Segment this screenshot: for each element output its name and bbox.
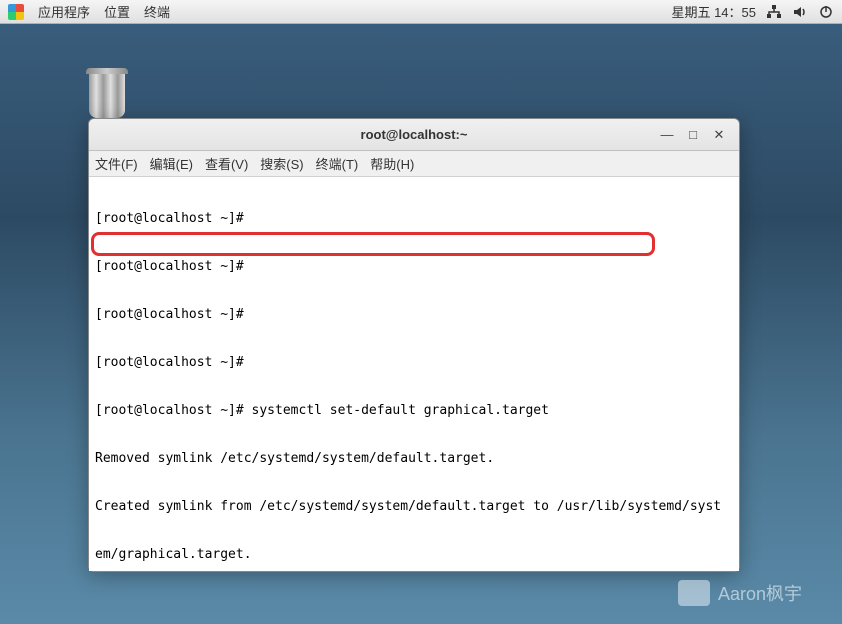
window-title: root@localhost:~ (89, 127, 739, 142)
terminal-line: [root@localhost ~]# (95, 355, 733, 371)
top-panel: 应用程序 位置 终端 星期五 14：55 (0, 0, 842, 24)
wechat-icon (678, 580, 710, 606)
terminal-line: [root@localhost ~]# (95, 307, 733, 323)
terminal-line: [root@localhost ~]# (95, 211, 733, 227)
applications-icon[interactable] (8, 4, 24, 20)
terminal-menu[interactable]: 终端 (144, 2, 170, 21)
maximize-button[interactable]: □ (687, 129, 699, 141)
close-button[interactable]: ✕ (713, 129, 725, 141)
menu-terminal[interactable]: 终端(T) (316, 154, 359, 173)
terminal-output[interactable]: [root@localhost ~]# [root@localhost ~]# … (89, 177, 739, 571)
applications-menu[interactable]: 应用程序 (38, 2, 90, 21)
watermark-text: Aaron枫宇 (718, 580, 802, 606)
terminal-line: [root@localhost ~]# (95, 259, 733, 275)
menu-help[interactable]: 帮助(H) (370, 154, 414, 173)
terminal-line: Removed symlink /etc/systemd/system/defa… (95, 451, 733, 467)
terminal-line: em/graphical.target. (95, 547, 733, 563)
window-menubar: 文件(F) 编辑(E) 查看(V) 搜索(S) 终端(T) 帮助(H) (89, 151, 739, 177)
terminal-line: Created symlink from /etc/systemd/system… (95, 499, 733, 515)
menu-edit[interactable]: 编辑(E) (150, 154, 193, 173)
volume-icon[interactable] (792, 4, 808, 20)
window-titlebar[interactable]: root@localhost:~ — □ ✕ (89, 119, 739, 151)
menu-view[interactable]: 查看(V) (205, 154, 248, 173)
power-icon[interactable] (818, 4, 834, 20)
trash-icon[interactable] (86, 68, 128, 120)
terminal-line-highlighted: [root@localhost ~]# systemctl set-defaul… (95, 403, 733, 419)
clock: 星期五 14：55 (671, 2, 756, 21)
network-icon[interactable] (766, 4, 782, 20)
places-menu[interactable]: 位置 (104, 2, 130, 21)
red-highlight-annotation (91, 232, 655, 256)
minimize-button[interactable]: — (661, 129, 673, 141)
watermark: Aaron枫宇 (678, 580, 802, 606)
menu-search[interactable]: 搜索(S) (260, 154, 303, 173)
terminal-window: root@localhost:~ — □ ✕ 文件(F) 编辑(E) 查看(V)… (88, 118, 740, 572)
menu-file[interactable]: 文件(F) (95, 154, 138, 173)
